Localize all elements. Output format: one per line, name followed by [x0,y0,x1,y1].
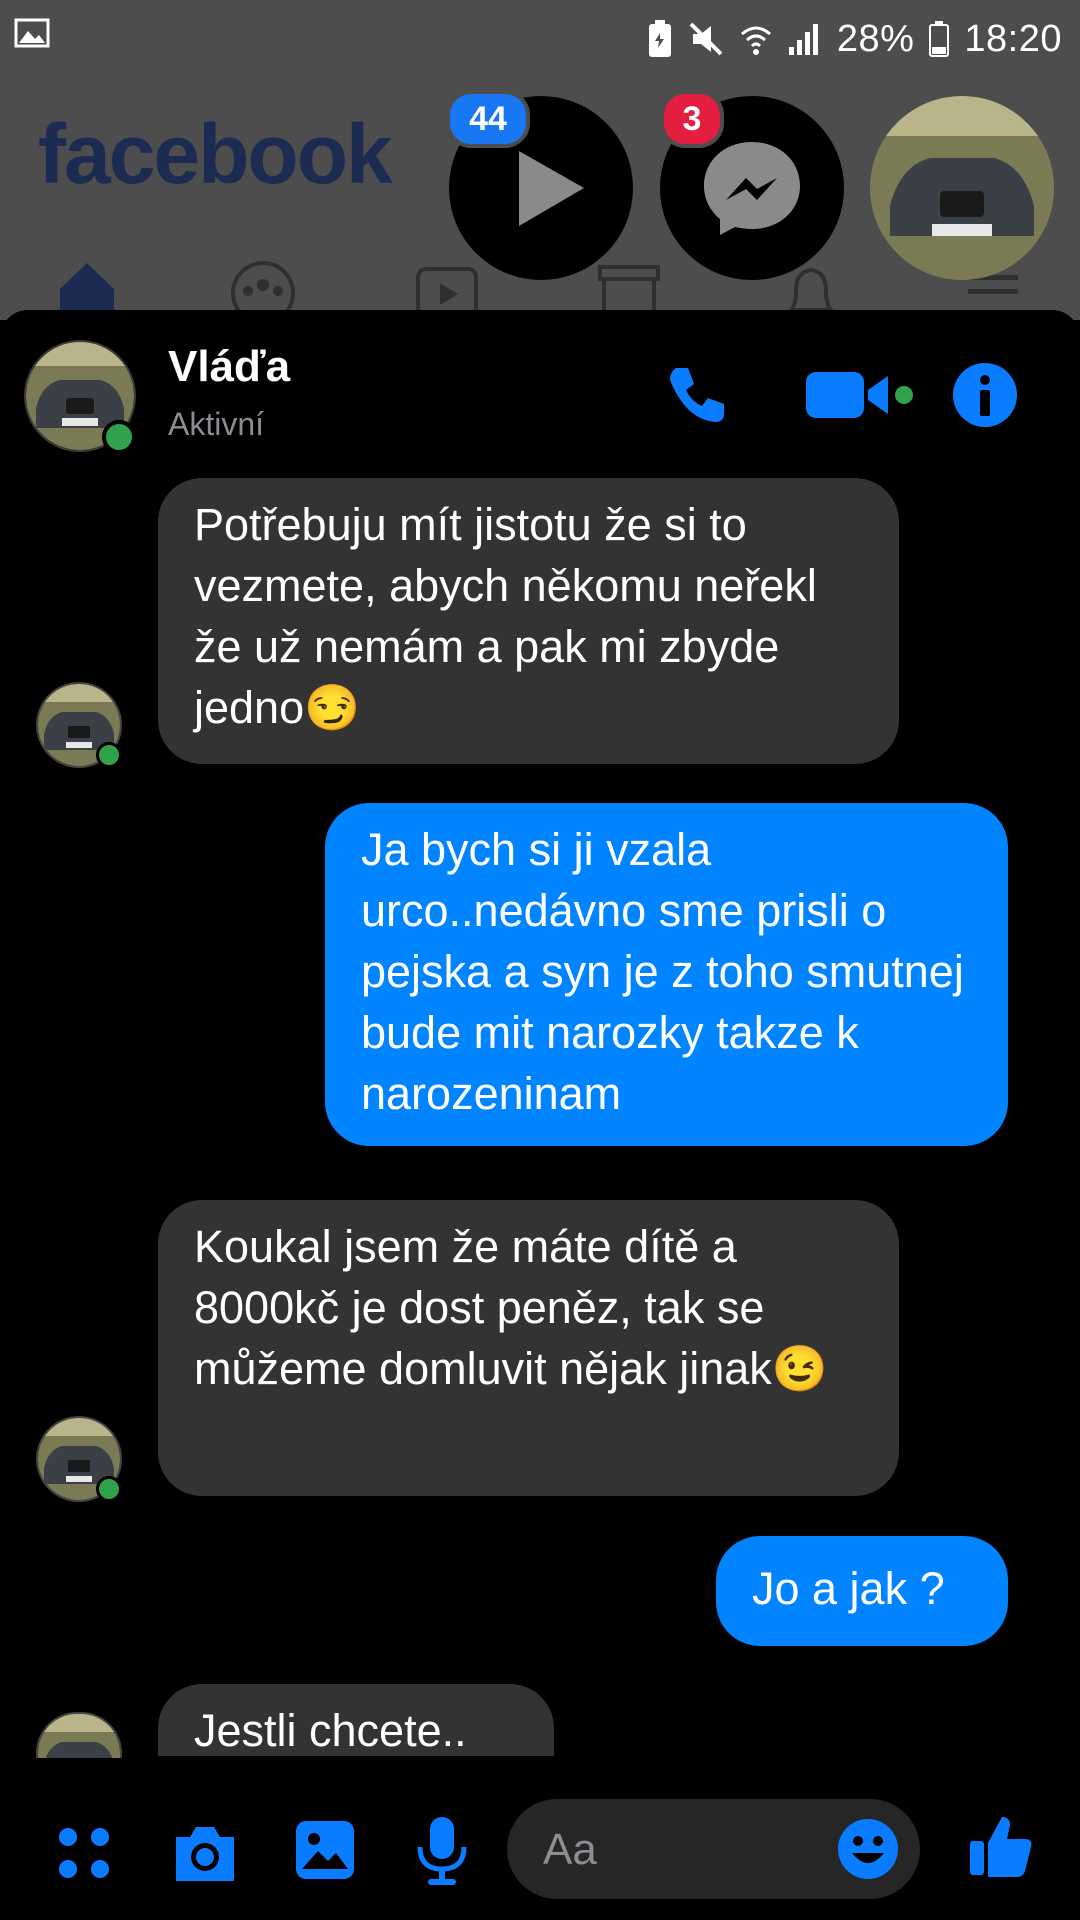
clock: 18:20 [964,17,1062,60]
message-input[interactable]: Aa [507,1799,920,1899]
info-icon[interactable] [950,360,1020,430]
signal-icon [788,24,818,55]
messenger-badge: 3 [660,90,724,148]
microphone-icon[interactable] [412,1815,472,1887]
message-incoming[interactable]: Jestli chcete.. [158,1684,554,1756]
sender-avatar [36,1712,122,1758]
car-avatar-image [38,1714,120,1758]
emoji-icon[interactable] [836,1817,900,1881]
battery-percent: 28% [836,17,915,60]
gallery-icon[interactable] [294,1819,356,1881]
facebook-logo: facebook [38,107,393,201]
phone-icon[interactable] [662,360,732,430]
car-avatar-image [870,96,1054,280]
mute-icon [689,22,723,56]
message-incoming[interactable]: Koukal jsem že máte dítě a 8000kč je dos… [158,1200,899,1496]
apps-icon[interactable] [56,1825,112,1881]
contact-status: Aktivní [168,406,265,442]
video-call-icon[interactable] [804,360,914,430]
video-badge: 44 [446,90,530,148]
wifi-icon [740,26,771,55]
online-indicator [96,742,122,768]
chat-header: Vláďa Aktivní [0,310,1080,460]
home-icon [60,263,114,315]
gallery-icon [14,18,50,48]
online-indicator [102,420,136,454]
status-bar: 28% 18:20 [0,0,1080,78]
battery-saver-icon [648,20,671,57]
message-outgoing[interactable]: Ja bych si ji vzala urco..nedávno sme pr… [325,803,1008,1146]
camera-icon[interactable] [170,1823,240,1883]
message-outgoing[interactable]: Jo a jak ? [716,1536,1008,1646]
battery-icon [929,21,950,57]
groups-icon [231,261,295,315]
message-input-placeholder: Aa [543,1825,597,1874]
thumbs-up-icon[interactable] [966,1811,1036,1881]
message-composer: Aa [0,1765,1080,1920]
contact-chat-head[interactable] [870,96,1054,280]
message-incoming[interactable]: Potřebuju mít jistotu že si to vezmete, … [158,478,899,764]
online-indicator [96,1476,122,1502]
contact-name: Vláďa [168,342,291,391]
chat-panel: Vláďa Aktivní Potřebuju mít jistotu že s… [0,310,1080,1920]
